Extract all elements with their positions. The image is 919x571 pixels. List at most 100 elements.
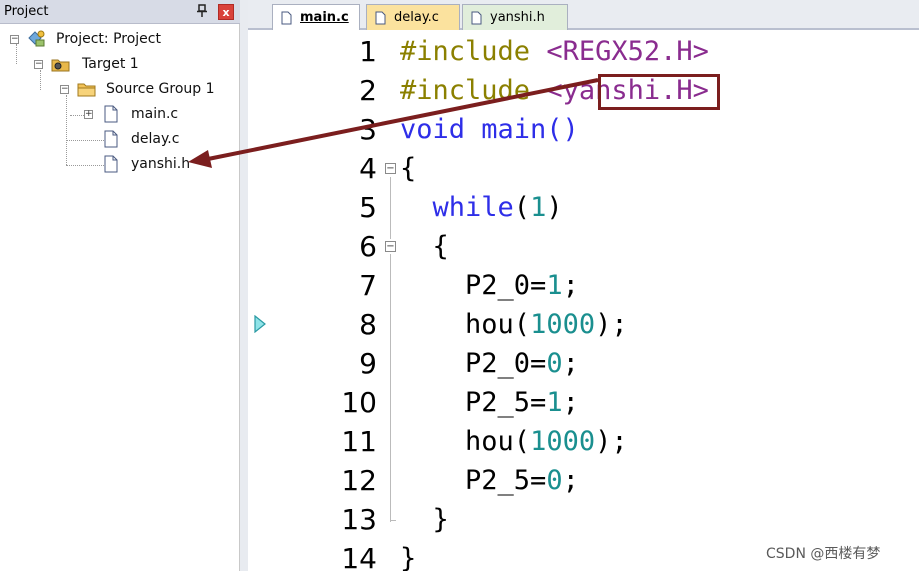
line-number: 13 — [341, 503, 377, 536]
pin-icon[interactable] — [196, 4, 208, 18]
project-panel: Project x − Project: Project − Target 1 — [0, 0, 240, 571]
line-number: 8 — [359, 308, 377, 341]
line-number: 7 — [359, 269, 377, 302]
collapse-icon[interactable]: − — [10, 35, 19, 44]
file-label: yanshi.h — [131, 156, 191, 172]
project-panel-header: Project x — [0, 0, 240, 24]
line-number: 3 — [359, 113, 377, 146]
target-label: Target 1 — [82, 56, 139, 72]
fold-guide — [390, 520, 396, 521]
code-text: } — [400, 543, 417, 571]
number-literal: 1 — [546, 270, 563, 301]
code-line-12: P2_5=0; — [400, 462, 579, 500]
target-folder-icon — [51, 59, 70, 72]
line-number: 14 — [341, 542, 377, 571]
file-icon — [281, 11, 292, 24]
tree-line — [66, 165, 104, 166]
folder-icon — [77, 83, 96, 97]
line-number: 1 — [359, 35, 377, 68]
code-text: ( — [513, 192, 531, 223]
line-number: 11 — [341, 425, 377, 458]
tree-line — [66, 140, 104, 141]
file-icon — [104, 130, 118, 148]
fold-collapse-icon[interactable]: − — [385, 163, 396, 174]
tab-label: delay.c — [394, 10, 439, 25]
code-text: P2_5= — [465, 387, 547, 418]
preprocessor-directive: #include — [400, 75, 531, 106]
file-label: main.c — [131, 106, 179, 122]
code-text: { — [400, 153, 417, 184]
preprocessor-directive: #include — [400, 36, 531, 67]
number-literal: 1 — [530, 192, 547, 223]
tab-main-c[interactable]: main.c — [272, 4, 360, 30]
tab-label: main.c — [300, 10, 349, 25]
line-number: 9 — [359, 347, 377, 380]
number-literal: 0 — [546, 348, 563, 379]
number-literal: 1000 — [530, 426, 596, 457]
number-literal: 1 — [546, 387, 563, 418]
header-name: <REGX52.H> — [546, 36, 709, 67]
code-text: void main() — [400, 114, 579, 145]
code-text: } — [432, 504, 449, 535]
code-text: P2_0= — [465, 270, 547, 301]
tab-label: yanshi.h — [490, 10, 545, 25]
code-text: ); — [595, 309, 628, 340]
file-label: delay.c — [131, 131, 180, 147]
number-literal: 1000 — [530, 309, 596, 340]
code-line-14: } — [400, 540, 416, 571]
tab-delay-c[interactable]: delay.c — [366, 4, 460, 30]
line-number: 4 — [359, 152, 377, 185]
fold-collapse-icon[interactable]: − — [385, 241, 396, 252]
file-icon — [104, 105, 118, 123]
code-line-7: P2_0=1; — [400, 267, 579, 305]
code-line-4: { — [400, 150, 416, 188]
code-text: P2_5= — [465, 465, 547, 496]
file-icon — [471, 11, 482, 24]
code-text: ; — [562, 270, 579, 301]
tree-line — [40, 70, 41, 90]
code-text: ; — [562, 348, 579, 379]
code-line-5: while(1) — [400, 189, 563, 227]
project-label: Project: Project — [56, 31, 161, 47]
expand-icon[interactable]: + — [84, 110, 93, 119]
code-line-10: P2_5=1; — [400, 384, 579, 422]
code-text: ; — [562, 465, 579, 496]
collapse-icon[interactable]: − — [34, 60, 43, 69]
keyword: while — [432, 192, 514, 223]
code-line-13: } — [400, 501, 449, 539]
code-text: hou( — [465, 309, 531, 340]
file-icon — [104, 155, 118, 173]
line-number: 10 — [341, 386, 377, 419]
line-number: 6 — [359, 230, 377, 263]
annotation-highlight-box — [598, 74, 720, 110]
tree-line — [16, 44, 17, 64]
collapse-icon[interactable]: − — [60, 85, 69, 94]
line-number: 2 — [359, 74, 377, 107]
code-text: ; — [562, 387, 579, 418]
code-line-3: void main() — [400, 111, 579, 149]
watermark: CSDN @西楼有梦 — [766, 546, 881, 562]
code-text: hou( — [465, 426, 531, 457]
execution-marker-icon — [254, 315, 266, 333]
file-icon — [375, 11, 386, 24]
code-line-11: hou(1000); — [400, 423, 628, 461]
line-number: 5 — [359, 191, 377, 224]
header-open: < — [546, 75, 563, 106]
source-group-label: Source Group 1 — [106, 81, 215, 97]
fold-guide — [390, 254, 391, 522]
line-number: 12 — [341, 464, 377, 497]
code-text: ) — [546, 192, 563, 223]
close-panel-button[interactable]: x — [218, 4, 234, 20]
tree-line — [66, 95, 67, 165]
tab-yanshi-h[interactable]: yanshi.h — [462, 4, 568, 30]
project-panel-title: Project — [4, 4, 49, 19]
code-text: ); — [595, 426, 628, 457]
code-text: { — [432, 231, 449, 262]
code-line-1: #include <REGX52.H> — [400, 33, 709, 71]
code-line-6: { — [400, 228, 449, 266]
fold-guide — [390, 177, 391, 239]
code-text: P2_0= — [465, 348, 547, 379]
number-literal: 0 — [546, 465, 563, 496]
code-line-8: hou(1000); — [400, 306, 628, 344]
project-icon — [28, 30, 45, 47]
